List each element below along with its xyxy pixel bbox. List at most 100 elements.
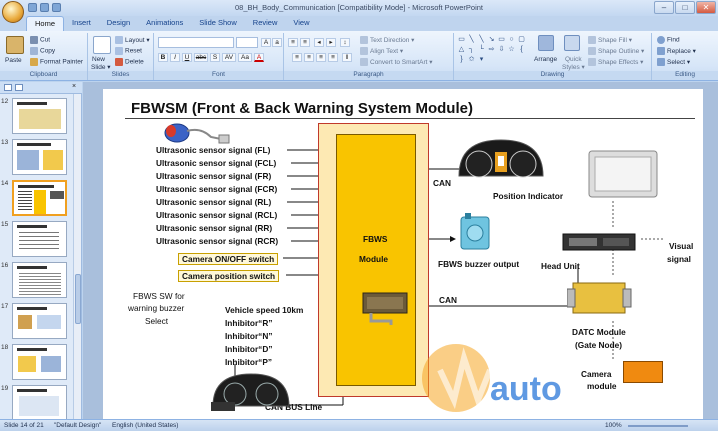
arrange-button[interactable]: Arrange [534, 56, 557, 63]
bracket-shape-icon[interactable]: { [517, 45, 526, 54]
decrease-indent-icon[interactable]: ◂ [314, 38, 324, 47]
font-group-label: Font [154, 71, 283, 80]
text-direction-button[interactable]: Text Direction ▾ [360, 36, 414, 45]
slide-thumbnail-selected[interactable]: 14 [0, 178, 74, 218]
tab-slide-show[interactable]: Slide Show [191, 16, 245, 31]
close-button[interactable]: ✕ [696, 1, 716, 14]
smartart-button[interactable]: Convert to SmartArt ▾ [360, 58, 433, 67]
star-shape-icon[interactable]: ☆ [507, 45, 516, 54]
select-button[interactable]: Select ▾ [657, 58, 690, 67]
rectangle-shape-icon[interactable]: ▭ [457, 35, 466, 44]
quick-styles-icon[interactable] [564, 35, 580, 51]
slide-thumbnail[interactable]: 15 [0, 219, 74, 259]
bullets-icon[interactable]: ≡ [288, 38, 298, 47]
italic-button[interactable]: I [170, 53, 180, 62]
maximize-button[interactable]: □ [675, 1, 695, 14]
arrow-down-shape-icon[interactable]: ⇩ [497, 45, 506, 54]
paste-button[interactable]: Paste [5, 57, 22, 64]
slide-preview [12, 221, 67, 257]
tab-insert[interactable]: Insert [64, 16, 99, 31]
font-size-combo[interactable] [236, 37, 258, 48]
language-status[interactable]: English (United States) [112, 422, 178, 429]
rectangle-shape-icon[interactable]: ▭ [497, 35, 506, 44]
new-slide-button[interactable]: New [92, 56, 105, 63]
strikethrough-button[interactable]: abc [194, 53, 208, 62]
underline-button[interactable]: U [182, 53, 192, 62]
tab-animations[interactable]: Animations [138, 16, 191, 31]
grow-font-icon[interactable]: A [261, 38, 271, 47]
shape-outline-button[interactable]: Shape Outline ▾ [588, 47, 644, 56]
ribbon-tabs: Home Insert Design Animations Slide Show… [0, 16, 718, 31]
find-button[interactable]: Find [657, 36, 680, 44]
change-case-button[interactable]: Aa [238, 53, 252, 62]
layout-button[interactable]: Layout ▾ [115, 36, 150, 45]
new-slide-dropdown[interactable]: Slide ▾ [91, 63, 111, 71]
slide-thumbnail[interactable]: 18 [0, 342, 74, 382]
slide-thumbnail[interactable]: 12 [0, 96, 74, 136]
replace-button[interactable]: Replace ▾ [657, 47, 696, 56]
align-right-icon[interactable]: ≡ [316, 53, 326, 62]
numbering-icon[interactable]: ≡ [300, 38, 310, 47]
line-shape-icon[interactable]: ╲ [467, 35, 476, 44]
copy-button[interactable]: Copy [30, 47, 55, 55]
delete-button[interactable]: Delete [115, 58, 144, 66]
line-shape-icon[interactable]: ╲ [477, 35, 486, 44]
slide-thumbnail[interactable]: 13 [0, 137, 74, 177]
font-color-button[interactable]: A [254, 53, 264, 62]
align-text-button[interactable]: Align Text ▾ [360, 47, 403, 56]
display-screen-image [588, 150, 658, 198]
cut-button[interactable]: Cut [30, 36, 50, 44]
oval-shape-icon[interactable]: ○ [507, 35, 516, 44]
slide-thumbnail[interactable]: 17 [0, 301, 74, 341]
slide-editing-area: FBWSM (Front & Back Warning System Modul… [83, 82, 718, 419]
slide-thumbnail[interactable]: 19 [0, 383, 74, 423]
align-center-icon[interactable]: ≡ [304, 53, 314, 62]
new-slide-icon[interactable] [93, 36, 111, 54]
tab-review[interactable]: Review [245, 16, 286, 31]
zoom-level[interactable]: 100% [605, 422, 622, 429]
close-panel-icon[interactable]: × [72, 83, 80, 91]
font-name-combo[interactable] [158, 37, 234, 48]
zoom-slider[interactable] [628, 425, 688, 427]
corner-shape-icon[interactable]: ┐ [467, 45, 476, 54]
arrow-right-shape-icon[interactable]: ⇨ [487, 45, 496, 54]
line-spacing-icon[interactable]: ↕ [340, 38, 350, 47]
tab-home[interactable]: Home [26, 16, 65, 31]
panel-scrollbar[interactable] [73, 94, 81, 419]
shape-more-icon[interactable]: ▾ [477, 55, 486, 64]
brace-shape-icon[interactable]: } [457, 55, 466, 64]
corner-shape-icon[interactable]: └ [477, 45, 486, 54]
slides-tab-icon[interactable] [4, 84, 12, 91]
align-left-icon[interactable]: ≡ [292, 53, 302, 62]
shape-fill-button[interactable]: Shape Fill ▾ [588, 36, 632, 45]
format-painter-button[interactable]: Format Painter [30, 58, 83, 66]
tab-design[interactable]: Design [99, 16, 138, 31]
shape-effects-label: Shape Effects ▾ [598, 59, 644, 66]
paste-icon[interactable] [6, 36, 24, 54]
triangle-shape-icon[interactable]: △ [457, 45, 466, 54]
shadow-button[interactable]: S [210, 53, 220, 62]
office-button[interactable] [2, 1, 24, 23]
minimize-button[interactable]: – [654, 1, 674, 14]
increase-indent-icon[interactable]: ▸ [326, 38, 336, 47]
slide-thumbnail[interactable]: 16 [0, 260, 74, 300]
outline-tab-icon[interactable] [15, 84, 23, 91]
tab-view[interactable]: View [285, 16, 317, 31]
slide-canvas[interactable]: FBWSM (Front & Back Warning System Modul… [103, 89, 703, 419]
shape-effects-button[interactable]: Shape Effects ▾ [588, 58, 644, 67]
quick-styles-dropdown[interactable]: Styles ▾ [562, 63, 585, 71]
char-spacing-button[interactable]: AV [222, 53, 236, 62]
arrange-icon[interactable] [538, 35, 554, 51]
scrollbar-thumb[interactable] [75, 274, 81, 324]
star-shape-icon[interactable]: ✩ [467, 55, 476, 64]
find-label: Find [667, 36, 680, 44]
rounded-rect-shape-icon[interactable]: ▢ [517, 35, 526, 44]
shrink-font-icon[interactable]: a [272, 38, 282, 47]
bold-button[interactable]: B [158, 53, 168, 62]
justify-icon[interactable]: ≡ [328, 53, 338, 62]
arrow-shape-icon[interactable]: ↘ [487, 35, 496, 44]
reset-button[interactable]: Reset [115, 47, 142, 55]
columns-icon[interactable]: ‖ [342, 53, 352, 62]
quick-styles-button[interactable]: Quick [565, 56, 582, 63]
slide-number: 18 [1, 344, 9, 351]
